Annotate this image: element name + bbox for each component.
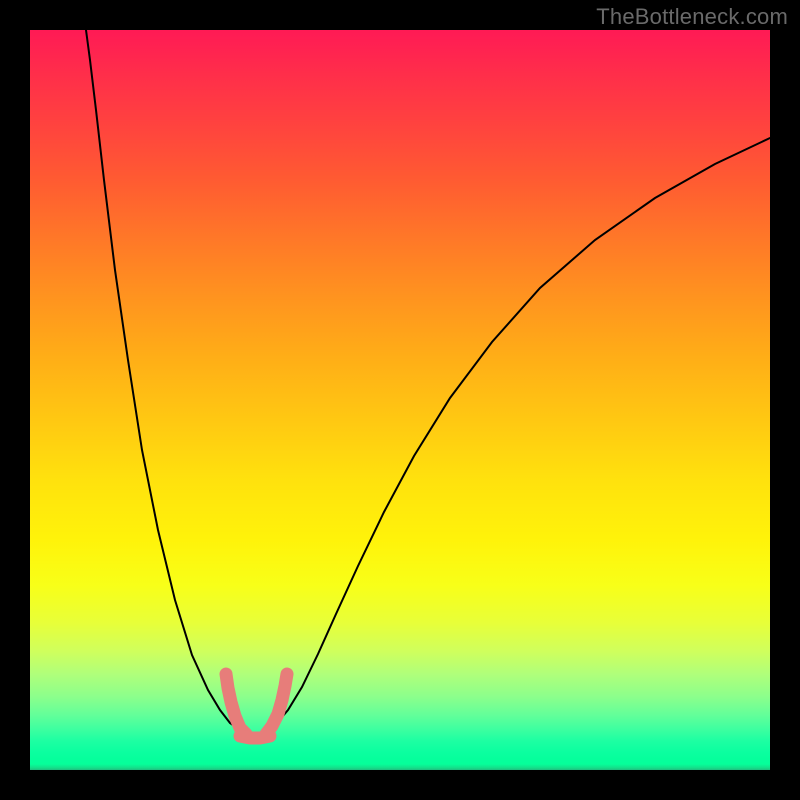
chart-frame: TheBottleneck.com: [0, 0, 800, 800]
right-pink-segment: [266, 674, 287, 734]
left-pink-segment: [226, 674, 246, 734]
watermark-label: TheBottleneck.com: [596, 4, 788, 30]
bottleneck-curve: [86, 30, 770, 734]
curve-layer: [30, 30, 770, 770]
plot-area: [30, 30, 770, 770]
